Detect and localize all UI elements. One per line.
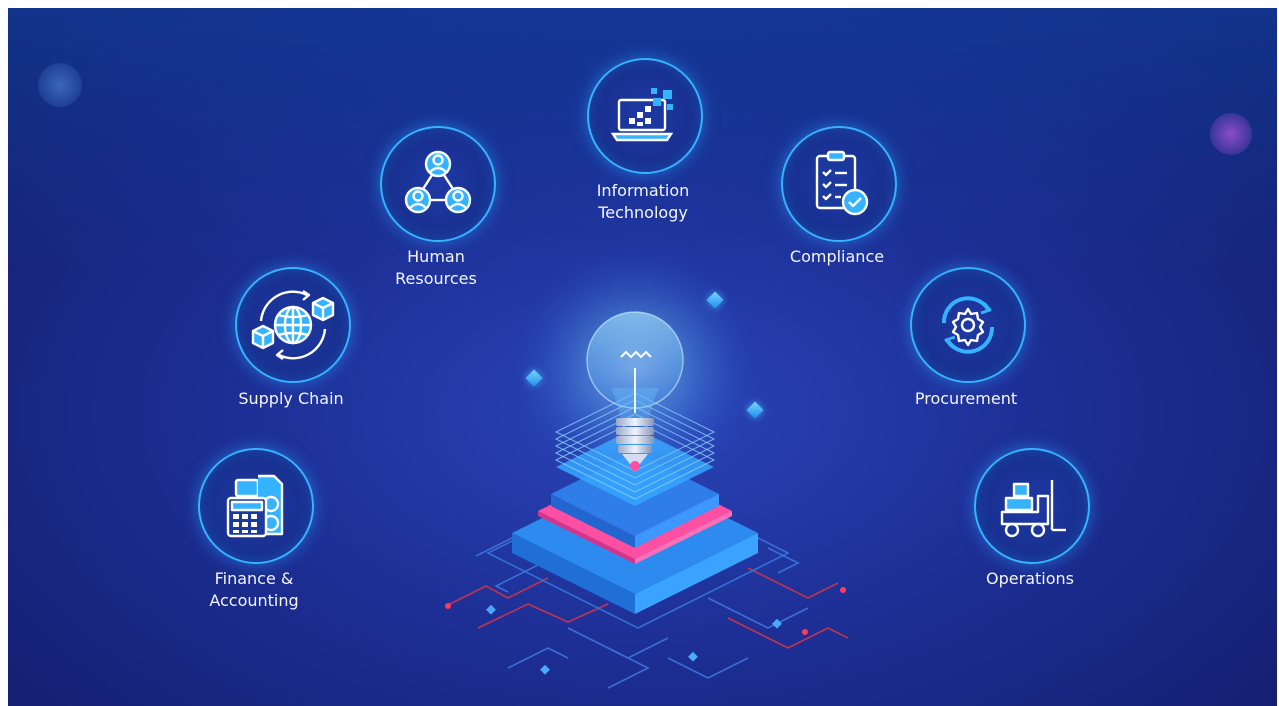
compliance-label: Compliance xyxy=(737,246,937,268)
label-text: Procurement xyxy=(914,389,1018,408)
label-text: Finance & Accounting xyxy=(209,569,299,610)
globe-boxes-icon xyxy=(251,290,335,360)
label-text: Compliance xyxy=(789,247,885,266)
human-resources-node[interactable] xyxy=(380,126,496,242)
calculator-invoice-icon xyxy=(226,474,284,538)
compliance-node[interactable] xyxy=(781,126,897,242)
information-technology-node[interactable] xyxy=(587,58,703,174)
finance-accounting-label: Finance & Accounting xyxy=(154,568,354,612)
label-text: Information Technology xyxy=(596,181,690,222)
operations-node[interactable] xyxy=(974,448,1090,564)
clipboard-check-icon xyxy=(815,150,869,216)
human-resources-label: Human Resources xyxy=(336,246,536,290)
laptop-pixels-icon xyxy=(610,88,674,142)
diagram-canvas: Finance & Accounting Supply Chain Human … xyxy=(8,8,1277,706)
lightbulb-icon xyxy=(515,248,755,488)
supply-chain-node[interactable] xyxy=(235,267,351,383)
label-text: Human Resources xyxy=(395,247,477,288)
gear-cycle-icon xyxy=(941,296,995,354)
procurement-node[interactable] xyxy=(910,267,1026,383)
finance-accounting-node[interactable] xyxy=(198,448,314,564)
information-technology-label: Information Technology xyxy=(543,180,743,224)
label-text: Operations xyxy=(986,569,1074,588)
operations-label: Operations xyxy=(930,568,1130,590)
label-text: Supply Chain xyxy=(238,389,344,408)
forklift-icon xyxy=(1000,480,1066,538)
supply-chain-label: Supply Chain xyxy=(191,388,391,410)
procurement-label: Procurement xyxy=(866,388,1066,410)
people-network-icon xyxy=(404,150,472,214)
